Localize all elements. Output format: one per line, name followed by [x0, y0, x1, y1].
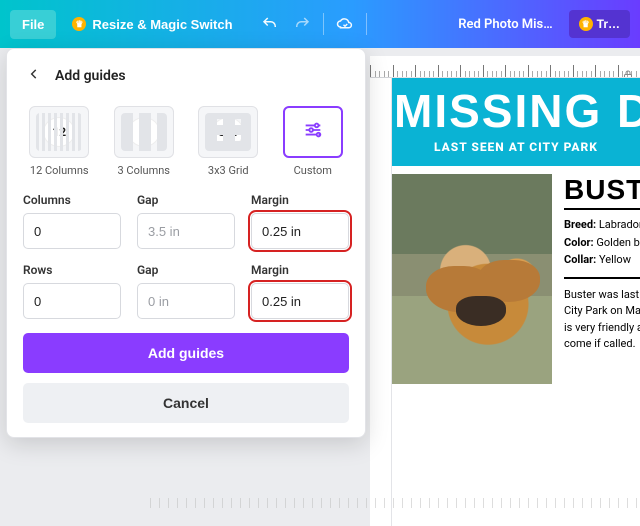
document-title[interactable]: Red Photo Mis… — [450, 17, 560, 32]
top-toolbar: File ♛ Resize & Magic Switch Red Photo M… — [0, 0, 640, 48]
columns-field-wrap: Columns — [23, 193, 121, 249]
vertical-ruler — [370, 78, 392, 526]
rows-input[interactable] — [23, 283, 121, 319]
col-margin-input[interactable] — [251, 213, 349, 249]
banner-subtitle: LAST SEEN AT CITY PARK — [392, 140, 640, 154]
col-margin-label: Margin — [251, 193, 349, 207]
add-guides-panel: Add guides 12 12 Columns 3 3 Columns 3x3… — [6, 48, 366, 438]
color-label: Color: — [564, 236, 594, 249]
col-gap-input[interactable] — [137, 213, 235, 249]
preset-3-value: 3 — [129, 118, 159, 146]
canvas-stage: MISSING DO LAST SEEN AT CITY PARK BUSTER… — [0, 48, 640, 526]
row-gap-input[interactable] — [137, 283, 235, 319]
breed-value: Labrador — [599, 218, 640, 231]
preset-3x3-label: 3x3 Grid — [208, 164, 249, 177]
columns-label: Columns — [23, 193, 121, 207]
panel-title: Add guides — [55, 68, 126, 84]
preset-12-columns[interactable]: 12 12 Columns — [23, 102, 96, 179]
bottom-ruler-hint — [150, 498, 640, 508]
horizontal-ruler — [370, 56, 640, 78]
col-gap-label: Gap — [137, 193, 235, 207]
toolbar-separator — [323, 13, 324, 35]
crown-icon: ♛ — [579, 17, 593, 31]
redo-icon[interactable] — [291, 13, 313, 35]
poster-content-row: BUSTER Breed: Labrador Color: Golden br … — [392, 166, 640, 384]
preset-3x3-value: 3x3 — [213, 118, 243, 146]
row-gap-label: Gap — [137, 263, 235, 277]
banner-title: MISSING DO — [392, 88, 640, 134]
file-menu-button[interactable]: File — [10, 10, 56, 39]
resize-magic-switch-button[interactable]: ♛ Resize & Magic Switch — [64, 9, 240, 40]
dog-photo — [392, 174, 552, 384]
toolbar-icon-group — [259, 13, 367, 35]
row-gap-field-wrap: Gap — [137, 263, 235, 319]
rows-field-wrap: Rows — [23, 263, 121, 319]
preset-12-label: 12 Columns — [30, 164, 89, 177]
add-guides-button[interactable]: Add guides — [23, 333, 349, 373]
toolbar-separator — [366, 13, 367, 35]
row-margin-input[interactable] — [251, 283, 349, 319]
preset-3x3-grid[interactable]: 3x3 3x3 Grid — [192, 102, 265, 179]
try-pro-button[interactable]: ♛ Tr… — [569, 10, 630, 38]
breed-label: Breed: — [564, 218, 596, 231]
row-margin-field-wrap: Margin — [251, 263, 349, 319]
guide-inputs: Columns Gap Margin Rows Gap Margin — [23, 193, 349, 319]
preset-custom-label: Custom — [294, 164, 332, 177]
undo-icon[interactable] — [259, 13, 281, 35]
preset-12-value: 12 — [44, 118, 74, 146]
dog-name-heading: BUSTER — [564, 174, 640, 210]
crown-icon: ♛ — [72, 17, 86, 31]
guide-presets: 12 12 Columns 3 3 Columns 3x3 3x3 Grid C… — [23, 102, 349, 179]
back-button[interactable] — [23, 63, 45, 88]
col-margin-field-wrap: Margin — [251, 193, 349, 249]
row-margin-label: Margin — [251, 263, 349, 277]
poster-banner: MISSING DO LAST SEEN AT CITY PARK — [392, 78, 640, 166]
resize-magic-label: Resize & Magic Switch — [92, 17, 232, 32]
color-value: Golden br — [596, 236, 640, 249]
cancel-button[interactable]: Cancel — [23, 383, 349, 423]
preset-custom[interactable]: Custom — [277, 102, 350, 179]
rows-label: Rows — [23, 263, 121, 277]
columns-input[interactable] — [23, 213, 121, 249]
col-gap-field-wrap: Gap — [137, 193, 235, 249]
poster-info: BUSTER Breed: Labrador Color: Golden br … — [564, 174, 640, 384]
lock-icon[interactable] — [622, 66, 634, 78]
sliders-icon — [302, 119, 324, 145]
dog-facts: Breed: Labrador Color: Golden br Collar:… — [564, 216, 640, 269]
dog-description: Buster was last s City Park on Mar is ve… — [564, 277, 640, 353]
collar-value: Yellow — [599, 253, 631, 266]
design-page[interactable]: MISSING DO LAST SEEN AT CITY PARK BUSTER… — [392, 78, 640, 526]
collar-label: Collar: — [564, 253, 596, 266]
cloud-sync-icon[interactable] — [334, 13, 356, 35]
preset-3-columns[interactable]: 3 3 Columns — [108, 102, 181, 179]
try-pro-label: Tr… — [597, 17, 620, 31]
preset-3-label: 3 Columns — [118, 164, 170, 177]
